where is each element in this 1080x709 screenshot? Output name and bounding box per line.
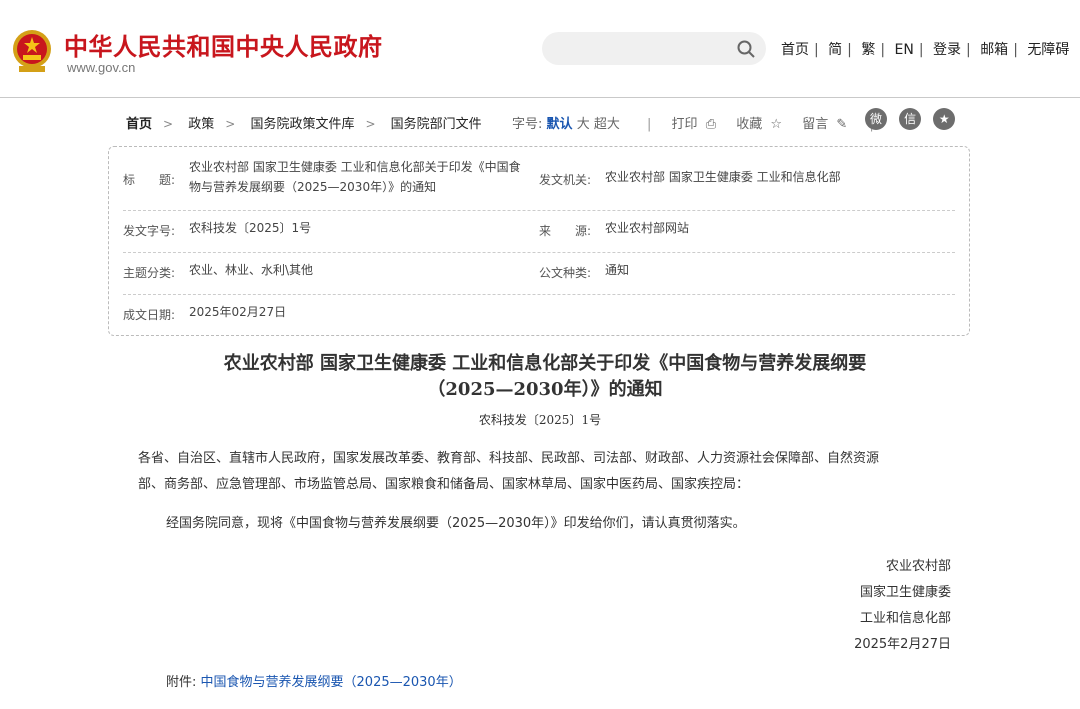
article-title: 农业农村部 国家卫生健康委 工业和信息化部关于印发《中国食物与营养发展纲要 （2… — [120, 351, 970, 403]
nav-home[interactable]: 首页 — [781, 42, 809, 58]
search-box — [542, 32, 766, 65]
favorite-button[interactable]: 收藏 ☆ — [736, 117, 786, 132]
signer-2: 国家卫生健康委 — [859, 585, 951, 600]
print-label: 打印 — [671, 117, 698, 132]
printer-icon: ⎙ — [705, 117, 717, 132]
pencil-icon: ✎ — [836, 117, 848, 132]
favorite-label: 收藏 — [736, 117, 763, 132]
recipients-line1: 各省、自治区、直辖市人民政府，国家发展改革委、教育部、科技部、民政部、司法部、财… — [138, 451, 880, 466]
nav-english[interactable]: EN — [895, 42, 914, 58]
info-row-title: 标 题: 农业农村部 国家卫生健康委 工业和信息化部关于印发《中国食 物与营养发… — [123, 147, 955, 211]
topic-value: 农业、林业、水利\其他 — [189, 263, 314, 277]
recipients-paragraph: 各省、自治区、直辖市人民政府，国家发展改革委、教育部、科技部、民政部、司法部、财… — [138, 446, 948, 498]
wechat-icon[interactable]: 信 — [899, 108, 922, 130]
chevron-right-icon: > — [163, 117, 174, 131]
nav-traditional[interactable]: 繁 — [861, 42, 875, 58]
chevron-right-icon: > — [225, 117, 236, 131]
info-row-date: 成文日期: 2025年02月27日 — [123, 294, 955, 336]
body-paragraph: 经国务院同意，现将《中国食物与营养发展纲要（2025—2030年）》印发给你们，… — [166, 516, 746, 531]
attachment: 附件: 中国食物与营养发展纲要（2025—2030年） — [166, 671, 462, 690]
comment-button[interactable]: 留言 ✎ — [802, 117, 851, 132]
font-size-xlarge[interactable]: 超大 — [594, 117, 620, 132]
source-label: 来 源: — [539, 224, 592, 238]
share-bar: 微 信 ★ — [865, 108, 963, 130]
weibo-icon[interactable]: 微 — [865, 108, 887, 130]
info-row-docno: 发文字号: 农科技发〔2025〕1号 来 源: 农业农村部网站 — [123, 210, 955, 253]
docno-value: 农科技发〔2025〕1号 — [189, 221, 312, 235]
attachment-label: 附件: — [166, 675, 197, 690]
issuer-value: 农业农村部 国家卫生健康委 工业和信息化部 — [605, 170, 841, 184]
title-value-line1: 农业农村部 国家卫生健康委 工业和信息化部关于印发《中国食 — [189, 160, 521, 174]
font-size-default[interactable]: 默认 — [547, 117, 573, 132]
issuer-label: 发文机关: — [539, 173, 592, 187]
search-icon[interactable] — [736, 39, 756, 59]
attachment-link[interactable]: 中国食物与营养发展纲要（2025—2030年） — [201, 675, 462, 690]
site-title[interactable]: 中华人民共和国中央人民政府 — [64, 27, 383, 62]
top-nav: 首页 | 简 | 繁 | EN | 登录 | 邮箱 | 无障碍 — [781, 42, 1070, 58]
qzone-icon[interactable]: ★ — [933, 108, 956, 130]
title-value: 农业农村部 国家卫生健康委 工业和信息化部关于印发《中国食 物与营养发展纲要（2… — [189, 157, 539, 197]
print-button[interactable]: 打印 ⎙ — [672, 117, 721, 132]
docno-label: 发文字号: — [123, 224, 176, 238]
title-label: 标 题: — [123, 173, 176, 187]
source-value: 农业农村部网站 — [605, 221, 690, 235]
star-icon: ☆ — [770, 117, 783, 132]
date-label: 成文日期: — [123, 308, 176, 322]
breadcrumb-policy-library[interactable]: 国务院政策文件库 — [250, 117, 354, 132]
info-row-topic: 主题分类: 农业、林业、水利\其他 公文种类: 通知 — [123, 252, 955, 295]
national-emblem-icon — [13, 30, 51, 72]
title-value-line2: 物与营养发展纲要（2025—2030年）》的通知 — [189, 180, 437, 194]
type-label: 公文种类: — [539, 266, 592, 280]
nav-mail[interactable]: 邮箱 — [980, 42, 1008, 58]
chevron-right-icon: > — [365, 117, 376, 131]
breadcrumb-home[interactable]: 首页 — [126, 117, 152, 132]
divider: | — [647, 117, 652, 132]
topic-label: 主题分类: — [123, 266, 176, 280]
search-input[interactable] — [556, 38, 730, 60]
site-header: 中华人民共和国中央人民政府 www.gov.cn 首页 | 简 | 繁 | EN | 登… — [0, 0, 1080, 98]
sign-date: 2025年2月27日 — [854, 637, 951, 652]
nav-login[interactable]: 登录 — [933, 42, 961, 58]
breadcrumb: 首页 > 政策 > 国务院政策文件库 > 国务院部门文件 — [126, 113, 482, 132]
article-tools: | 打印 ⎙ 收藏 ☆ 留言 ✎ | — [647, 113, 878, 132]
signer-1: 农业农村部 — [885, 559, 951, 574]
toolbar: 首页 > 政策 > 国务院政策文件库 > 国务院部门文件 字号: 默认 大 超大 | … — [0, 108, 1080, 136]
article-title-line2: （2025—2030年）》的通知 — [427, 379, 663, 400]
article-doc-number: 农科技发〔2025〕1号 — [478, 413, 602, 427]
type-value: 通知 — [605, 263, 630, 277]
font-size-switcher: 字号: 默认 大 超大 — [512, 113, 620, 132]
nav-simplified[interactable]: 简 — [828, 42, 842, 58]
date-value: 2025年02月27日 — [189, 305, 287, 319]
article-title-line1: 农业农村部 国家卫生健康委 工业和信息化部关于印发《中国食物与营养发展纲要 — [223, 353, 867, 374]
signer-3: 工业和信息化部 — [859, 611, 951, 626]
site-domain: www.gov.cn — [67, 60, 136, 75]
recipients-line2: 部、商务部、应急管理部、市场监管总局、国家粮食和储备局、国家林草局、国家中医药局… — [138, 477, 750, 492]
font-size-large[interactable]: 大 — [577, 117, 590, 132]
breadcrumb-policy[interactable]: 政策 — [188, 117, 214, 132]
font-size-label: 字号: — [512, 117, 543, 132]
breadcrumb-department-docs[interactable]: 国务院部门文件 — [391, 117, 482, 132]
comment-label: 留言 — [802, 117, 829, 132]
document-info-table: 标 题: 农业农村部 国家卫生健康委 工业和信息化部关于印发《中国食 物与营养发… — [108, 146, 970, 336]
nav-accessibility[interactable]: 无障碍 — [1027, 42, 1069, 58]
